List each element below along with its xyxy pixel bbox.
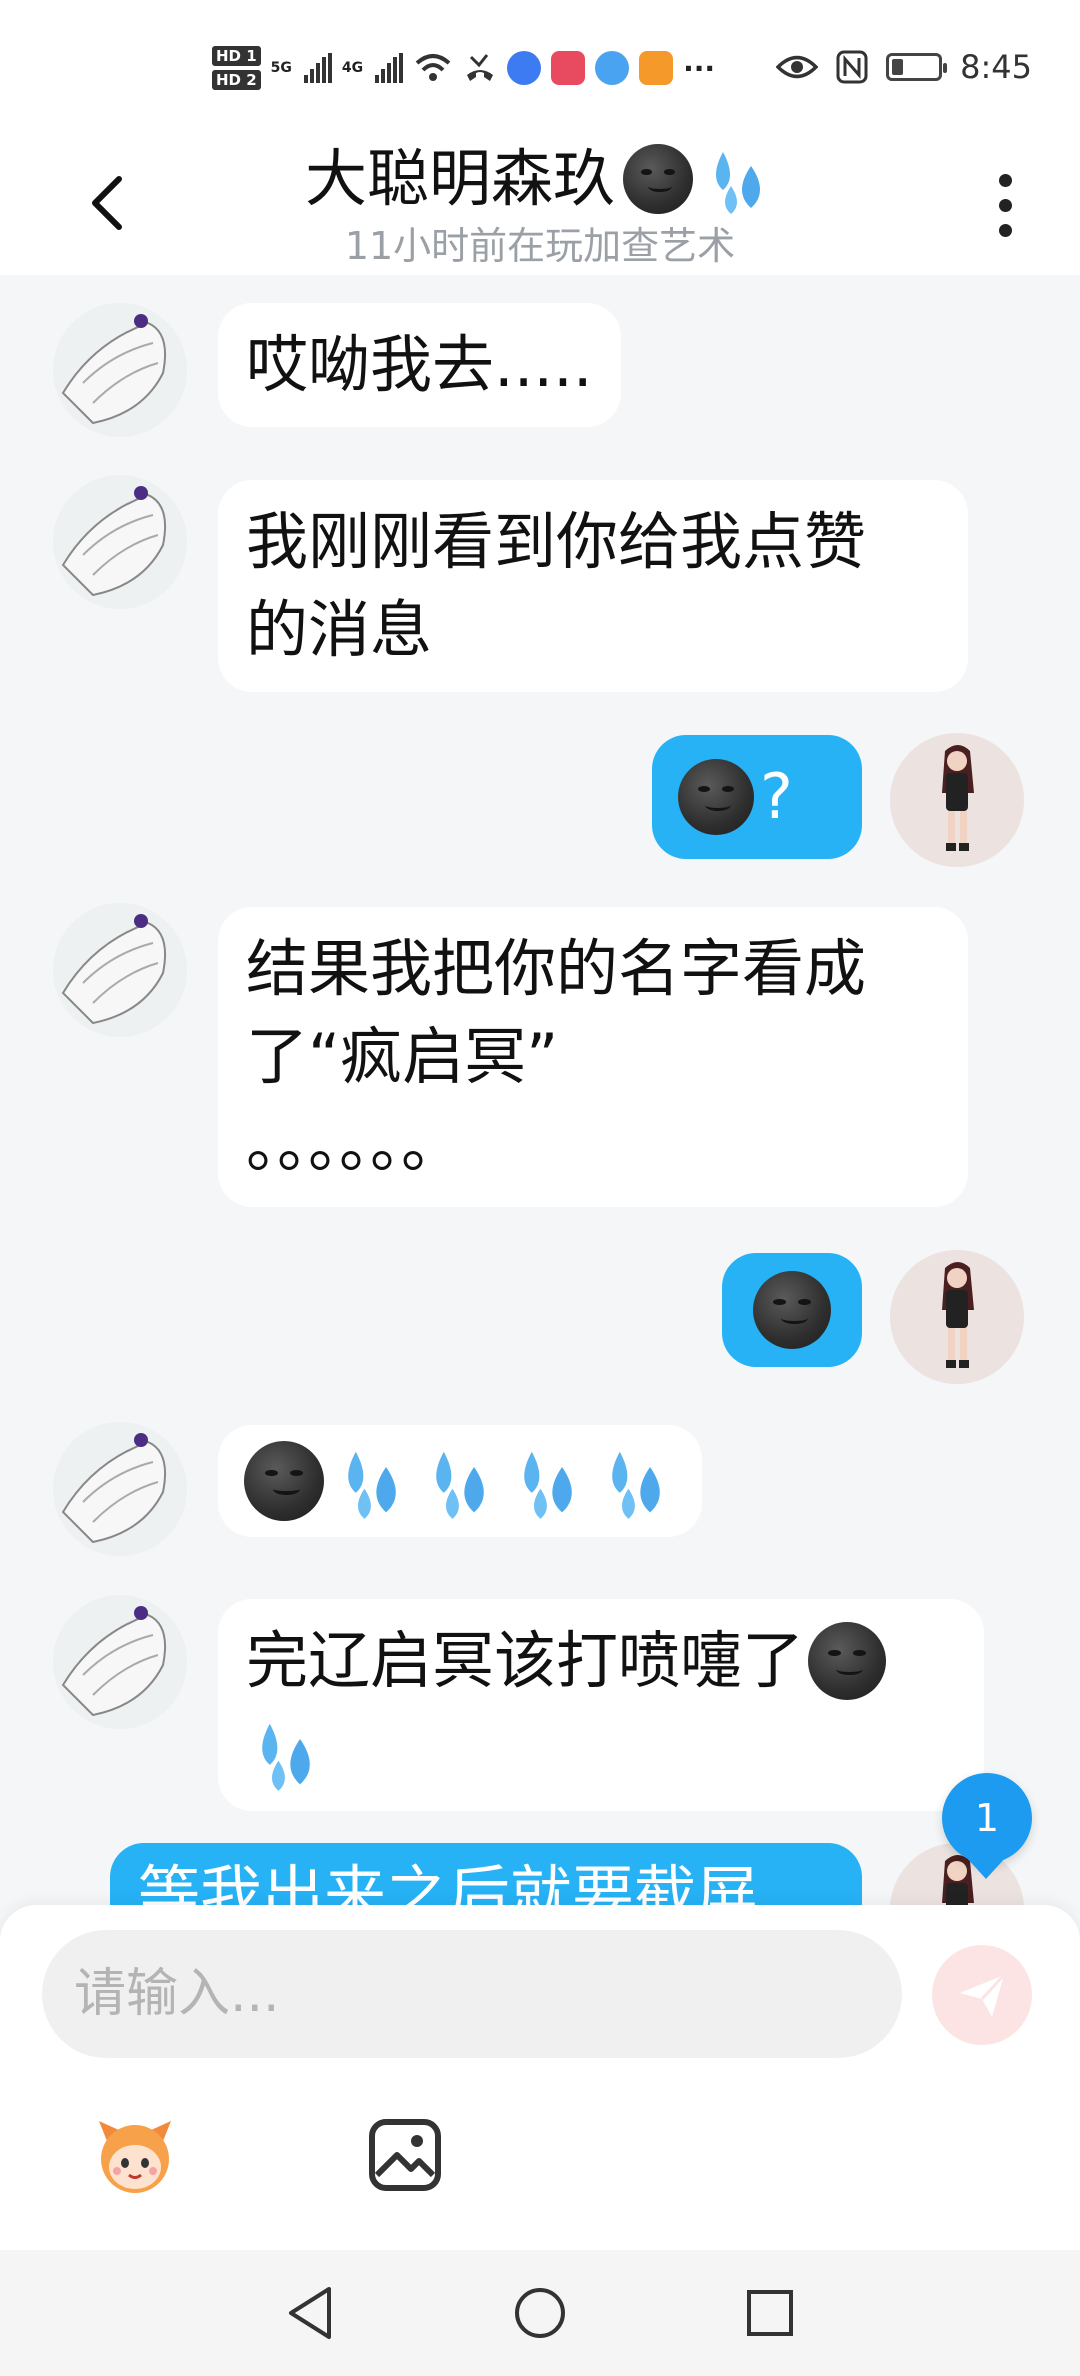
message-line: 了“疯启冥” xyxy=(246,1020,559,1093)
more-vertical-icon xyxy=(998,173,1012,187)
status-icons-right: 8:45 xyxy=(776,42,1032,92)
page-title-row: 大聪明森玖 xyxy=(305,135,775,223)
video-app-icon xyxy=(551,51,586,85)
sweat-drops-emoji-icon xyxy=(262,1723,310,1791)
avatar[interactable] xyxy=(53,1595,187,1729)
avatar-image xyxy=(53,903,187,1037)
signal-icon-2 xyxy=(375,53,404,83)
moon-face-emoji-icon xyxy=(623,144,693,214)
message-bubble[interactable]: 结果我把你的名字看成 了“疯启冥” 。。。。。。 xyxy=(218,907,968,1207)
nav-recent-button[interactable] xyxy=(730,2278,810,2348)
message-text: 等我出来之后就要截屏 xyxy=(138,1858,759,1905)
status-bar: HD 1 HD 2 5G 4G ··· 8:45 xyxy=(0,0,1080,135)
own-avatar[interactable] xyxy=(890,1250,1024,1384)
message-bubble-own[interactable]: 等我出来之后就要截屏 xyxy=(110,1843,862,1905)
sticker-face-icon xyxy=(99,2121,171,2193)
battery-icon xyxy=(886,53,948,81)
battery-fill xyxy=(892,59,904,75)
message-line: 我刚刚看到你给我点赞 xyxy=(246,505,867,578)
sweat-drops-emoji-icon xyxy=(348,1451,396,1519)
signal-icon xyxy=(303,53,332,83)
nav-home-button[interactable] xyxy=(500,2278,580,2348)
square-recent-icon xyxy=(747,2290,793,2336)
sweat-drops-emoji-icon xyxy=(716,152,760,214)
hd2-label: HD 2 xyxy=(212,70,261,90)
nfc-icon xyxy=(836,50,868,84)
status-icons-left: HD 1 HD 2 5G 4G ··· xyxy=(212,38,715,98)
message-line: 的消息 xyxy=(246,593,433,666)
unread-count: 1 xyxy=(974,1796,1000,1840)
message-text: ? xyxy=(760,760,793,833)
message-text: 完辽启冥该打喷嚏了 xyxy=(246,1624,805,1697)
chat-list[interactable]: 哎呦我去..... 我刚刚看到你给我点赞 的消息 ? 结果我把你的名字看成 了“… xyxy=(0,275,1080,1905)
avatar-image xyxy=(890,733,1024,867)
network-4g-label: 4G xyxy=(341,60,364,76)
message-input[interactable] xyxy=(42,1930,902,2058)
avatar[interactable] xyxy=(53,1422,187,1556)
image-button[interactable] xyxy=(355,2105,455,2205)
missed-call-icon xyxy=(467,54,494,81)
browser-app-icon xyxy=(595,51,630,85)
sticker-button[interactable] xyxy=(85,2105,185,2205)
input-panel xyxy=(0,1905,1080,2250)
message-bubble[interactable]: 完辽启冥该打喷嚏了 xyxy=(218,1599,984,1811)
image-icon xyxy=(369,2119,441,2191)
message-line: 。。。。。。 xyxy=(246,1108,464,1181)
avatar[interactable] xyxy=(53,903,187,1037)
circle-home-icon xyxy=(515,2288,565,2338)
status-time: 8:45 xyxy=(960,48,1032,86)
avatar-image xyxy=(53,475,187,609)
message-text: 哎呦我去..... xyxy=(246,328,593,401)
sweat-drops-emoji-icon xyxy=(436,1451,484,1519)
music-app-icon xyxy=(507,51,542,85)
message-bubble-own[interactable]: ? xyxy=(652,735,862,859)
avatar[interactable] xyxy=(53,303,187,437)
own-avatar[interactable] xyxy=(890,733,1024,867)
page-title: 大聪明森玖 xyxy=(304,142,615,215)
message-bubble-own[interactable] xyxy=(722,1253,862,1367)
chat-header: 大聪明森玖 11小时前在玩加查艺术 xyxy=(0,135,1080,275)
more-options-button[interactable] xyxy=(985,160,1025,250)
moon-face-emoji-icon xyxy=(678,759,754,835)
sweat-drops-emoji-icon xyxy=(524,1451,572,1519)
wifi-icon xyxy=(415,54,451,81)
message-bubble[interactable] xyxy=(218,1425,702,1537)
moon-face-emoji-icon xyxy=(244,1441,324,1521)
avatar-image xyxy=(53,1595,187,1729)
avatar[interactable] xyxy=(53,475,187,609)
avatar-image xyxy=(890,1250,1024,1384)
more-notifications-label: ··· xyxy=(683,51,716,85)
send-button[interactable] xyxy=(932,1945,1032,2045)
avatar-image xyxy=(53,1422,187,1556)
avatar-image xyxy=(53,303,187,437)
moon-face-emoji-icon xyxy=(808,1622,887,1700)
message-line: 结果我把你的名字看成 xyxy=(246,932,867,1005)
page-subtitle: 11小时前在玩加查艺术 xyxy=(344,224,736,268)
system-nav-bar xyxy=(0,2250,1080,2376)
player-app-icon xyxy=(639,51,674,85)
moon-face-emoji-icon xyxy=(753,1271,831,1349)
triangle-back-icon xyxy=(289,2287,331,2339)
send-icon xyxy=(960,1973,1006,2017)
hd-indicator: HD 1 HD 2 xyxy=(212,46,261,90)
eye-icon xyxy=(776,55,819,79)
title-block: 大聪明森玖 11小时前在玩加查艺术 xyxy=(0,135,1080,270)
message-bubble[interactable]: 我刚刚看到你给我点赞 的消息 xyxy=(218,480,968,692)
sweat-drops-emoji-icon xyxy=(612,1451,660,1519)
unread-badge[interactable]: 1 xyxy=(942,1773,1032,1879)
message-bubble[interactable]: 哎呦我去..... xyxy=(218,303,621,427)
hd1-label: HD 1 xyxy=(212,46,261,66)
nav-back-button[interactable] xyxy=(270,2278,350,2348)
network-5g-label: 5G xyxy=(270,60,292,76)
